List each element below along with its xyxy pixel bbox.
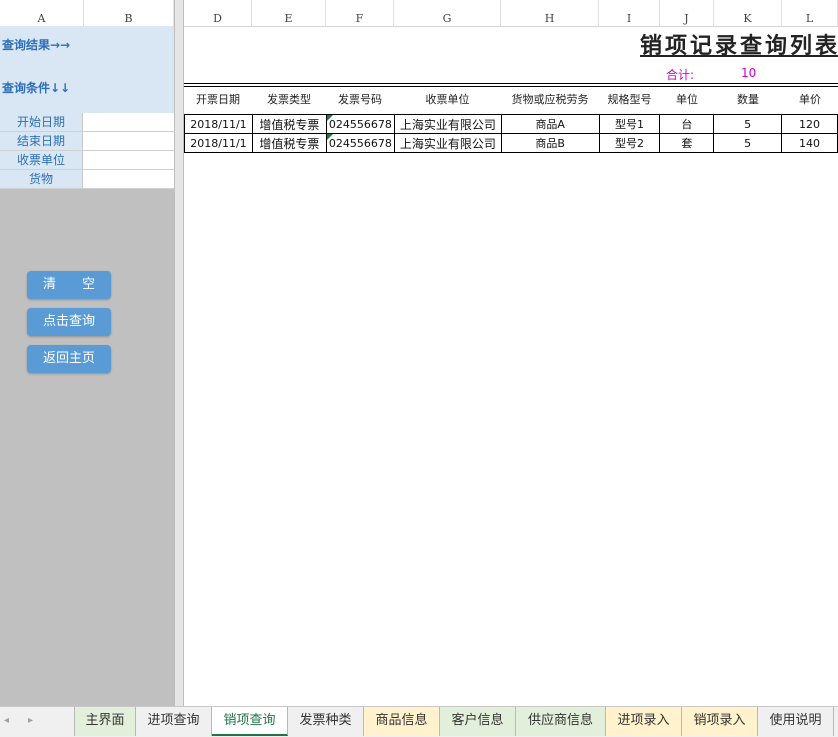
start-date-input[interactable]: [84, 113, 174, 131]
query-button[interactable]: 点击查询: [27, 308, 111, 336]
column-header-i[interactable]: I: [599, 0, 660, 26]
tab-supplier-info[interactable]: 供应商信息: [516, 707, 606, 736]
results-table: 2018/11/1 增值税专票 024556678 上海实业有限公司 商品A 型…: [184, 114, 838, 153]
column-header-a[interactable]: A: [0, 0, 84, 26]
column-header-bar: A B C D E F G H I J K L: [0, 0, 838, 27]
cell-type[interactable]: 增值税专票: [251, 133, 327, 153]
cell-quantity[interactable]: 5: [713, 133, 783, 153]
table-row: 2018/11/1 增值税专票 024556678 上海实业有限公司 商品B 型…: [184, 133, 838, 153]
header-spec-model: 规格型号: [607, 93, 652, 106]
cell-model[interactable]: 型号2: [598, 133, 661, 153]
tab-input-entry[interactable]: 进项录入: [606, 707, 682, 736]
column-header-h[interactable]: H: [501, 0, 599, 26]
query-links-box: 查询结果→→ 查询条件↓↓: [0, 26, 174, 113]
tab-output-entry[interactable]: 销项录入: [682, 707, 758, 736]
cell-recipient[interactable]: 上海实业有限公司: [393, 114, 502, 134]
table-row: 2018/11/1 增值税专票 024556678 上海实业有限公司 商品A 型…: [184, 114, 838, 134]
cell-price[interactable]: 140: [781, 133, 838, 153]
column-header-j[interactable]: J: [660, 0, 714, 26]
query-conditions-link[interactable]: 查询条件↓↓: [2, 79, 70, 96]
report-title: 销项记录查询列表: [640, 33, 838, 59]
header-divider-top: [184, 83, 838, 84]
tab-input-query[interactable]: 进项查询: [136, 707, 212, 736]
condition-row-recipient: 收票单位: [0, 151, 174, 170]
header-unit-price: 单价: [799, 93, 821, 106]
column-header-e[interactable]: E: [252, 0, 326, 26]
column-header-d[interactable]: D: [184, 0, 252, 26]
column-header-k[interactable]: K: [714, 0, 782, 26]
cell-number[interactable]: 024556678: [325, 133, 395, 153]
header-quantity: 数量: [737, 93, 759, 106]
start-date-label: 开始日期: [0, 113, 83, 131]
header-unit: 单位: [676, 93, 698, 106]
column-header-b[interactable]: B: [84, 0, 174, 26]
goods-input[interactable]: [84, 170, 174, 188]
cell-date[interactable]: 2018/11/1: [184, 114, 253, 134]
header-invoice-date: 开票日期: [196, 93, 240, 106]
total-label: 合计:: [666, 68, 695, 82]
condition-row-start-date: 开始日期: [0, 113, 174, 132]
header-invoice-type: 发票类型: [267, 93, 311, 106]
condition-row-end-date: 结束日期: [0, 132, 174, 151]
query-results-link[interactable]: 查询结果→→: [2, 36, 70, 53]
tab-instructions[interactable]: 使用说明: [758, 707, 834, 736]
header-recipient: 收票单位: [425, 93, 470, 106]
tab-main[interactable]: 主界面: [74, 707, 136, 736]
cell-date[interactable]: 2018/11/1: [184, 133, 253, 153]
cell-quantity[interactable]: 5: [713, 114, 783, 134]
header-invoice-number: 发票号码: [338, 93, 382, 106]
cell-goods[interactable]: 商品A: [500, 114, 600, 134]
narrow-column-c: [174, 0, 184, 706]
cell-recipient[interactable]: 上海实业有限公司: [393, 133, 502, 153]
recipient-input[interactable]: [84, 151, 174, 169]
column-header-l[interactable]: L: [782, 0, 838, 26]
end-date-label: 结束日期: [0, 132, 83, 150]
sheet-tab-bar: ◂ ▸ 主界面 进项查询 销项查询 发票种类 商品信息 客户信息 供应商信息 进…: [0, 706, 838, 737]
tab-output-query[interactable]: 销项查询: [212, 707, 288, 736]
tab-invoice-types[interactable]: 发票种类: [288, 707, 364, 736]
column-header-f[interactable]: F: [326, 0, 394, 26]
cell-unit[interactable]: 台: [659, 114, 715, 134]
total-value: 10: [741, 66, 757, 80]
header-goods-service: 货物或应税劳务: [511, 93, 589, 106]
cell-price[interactable]: 120: [781, 114, 838, 134]
cell-type[interactable]: 增值税专票: [251, 114, 327, 134]
recipient-label: 收票单位: [0, 151, 83, 169]
cell-model[interactable]: 型号1: [598, 114, 661, 134]
scroll-left-icon[interactable]: ◂: [4, 715, 9, 726]
cell-goods[interactable]: 商品B: [500, 133, 600, 153]
goods-label: 货物: [0, 170, 83, 188]
cell-unit[interactable]: 套: [659, 133, 715, 153]
header-divider-bottom: [184, 86, 838, 87]
scroll-right-icon[interactable]: ▸: [28, 715, 33, 726]
column-header-g[interactable]: G: [394, 0, 501, 26]
clear-button[interactable]: 清 空: [27, 271, 111, 299]
end-date-input[interactable]: [84, 132, 174, 150]
condition-row-goods: 货物: [0, 170, 174, 189]
cell-number[interactable]: 024556678: [325, 114, 395, 134]
tab-product-info[interactable]: 商品信息: [364, 707, 440, 736]
tab-customer-info[interactable]: 客户信息: [440, 707, 516, 736]
home-button[interactable]: 返回主页: [27, 345, 111, 373]
